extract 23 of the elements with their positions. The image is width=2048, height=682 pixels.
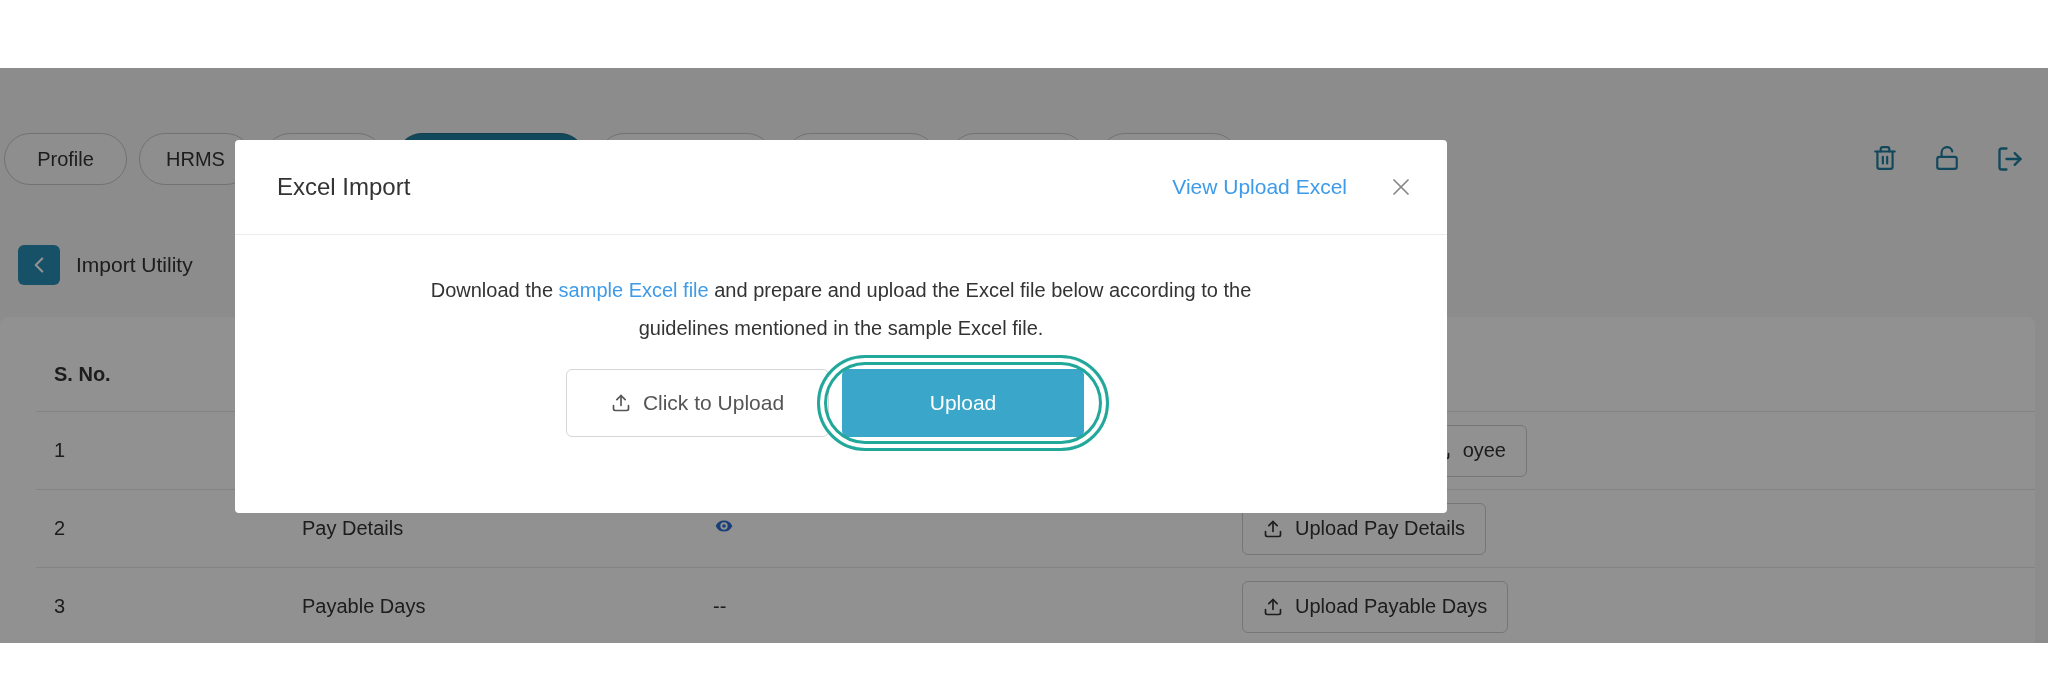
logout-icon[interactable] <box>1996 145 2024 173</box>
column-header: S. No. <box>53 362 112 386</box>
table-cell-text: 3 <box>53 595 67 618</box>
upload-icon <box>1263 596 1283 617</box>
upload-icon <box>610 393 631 413</box>
upload-button[interactable]: Upload Payable Days <box>1242 580 1509 633</box>
table-cell-text: Pay Details <box>301 517 405 540</box>
page-title: Import Utility <box>76 253 193 277</box>
upload-icon <box>1263 518 1283 539</box>
unlock-icon[interactable] <box>1934 145 1960 171</box>
sample-file-link[interactable]: sample Excel file <box>558 279 709 301</box>
table-cell-text: Payable Days <box>301 595 427 618</box>
file-upload-button[interactable]: Click to Upload <box>566 369 829 437</box>
table-cell-text: -- <box>712 595 728 618</box>
view-upload-link[interactable]: View Upload Excel <box>1172 175 1347 199</box>
table-cell-text: 1 <box>53 439 67 462</box>
table-cell-text: 2 <box>53 517 67 540</box>
upload-button[interactable]: Upload <box>842 369 1084 437</box>
instruction-text: Download the sample Excel file and prepare and upload the Excel file below according to the guidelines mentioned in the sample Excel file. <box>429 278 1253 341</box>
tab[interactable]: Profile <box>4 133 127 185</box>
trash-icon[interactable] <box>1872 145 1898 171</box>
modal-title: Excel Import <box>277 173 412 201</box>
back-button[interactable] <box>18 245 60 285</box>
